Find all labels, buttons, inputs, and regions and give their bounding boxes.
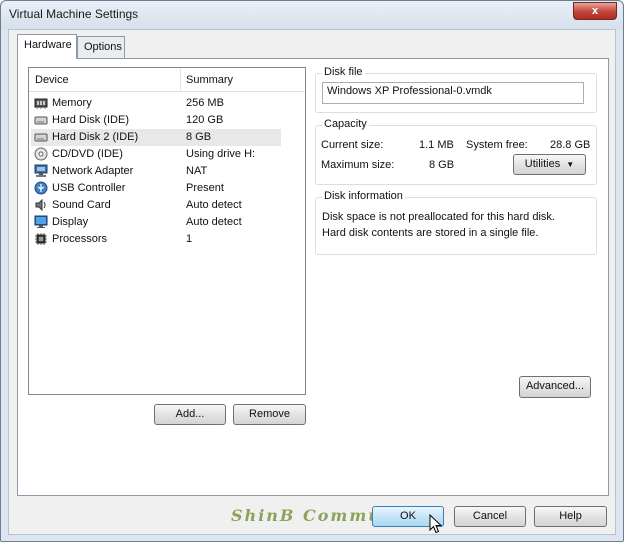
device-summary: 256 MB [186, 97, 224, 109]
device-name: Network Adapter [52, 165, 134, 177]
device-name: Hard Disk 2 (IDE) [52, 131, 139, 143]
capacity-group-label: Capacity [322, 118, 369, 130]
utilities-dropdown-button[interactable]: Utilities ▼ [513, 154, 586, 175]
disk-file-group: Disk file Windows XP Professional-0.vmdk [315, 66, 597, 113]
tab-hardware-label: Hardware [24, 39, 72, 51]
advanced-button[interactable]: Advanced... [519, 376, 591, 398]
column-header-device[interactable]: Device [35, 74, 69, 86]
current-size-label: Current size: [321, 139, 384, 151]
mouse-cursor-icon [429, 514, 443, 534]
virtual-machine-settings-window: Virtual Machine Settings x Hardware Opti… [0, 0, 624, 542]
display-icon [34, 215, 48, 228]
hardware-tab-panel: Device Summary Memory 256 MB Hard Disk (… [17, 58, 609, 496]
dialog-client-area: Hardware Options Device Summary Memory 2… [8, 29, 616, 535]
device-name: Memory [52, 97, 92, 109]
device-name: Hard Disk (IDE) [52, 114, 130, 126]
hard-disk-icon [34, 116, 48, 125]
utilities-label: Utilities [524, 158, 561, 170]
memory-icon [34, 98, 48, 109]
disk-information-group: Disk information Disk space is not preal… [315, 190, 597, 255]
tab-hardware[interactable]: Hardware [17, 34, 77, 59]
disk-file-value: Windows XP Professional-0.vmdk [327, 85, 492, 97]
device-row-usb-controller[interactable]: USB Controller Present [31, 180, 281, 197]
remove-button[interactable]: Remove [233, 404, 306, 425]
hard-disk-icon [34, 133, 48, 142]
device-summary: Using drive H: [186, 148, 256, 160]
current-size-value: 1.1 MB [419, 139, 454, 151]
close-button[interactable]: x [573, 2, 617, 20]
network-adapter-icon [34, 164, 48, 177]
device-row-network-adapter[interactable]: Network Adapter NAT [31, 163, 281, 180]
help-button[interactable]: Help [534, 506, 607, 527]
device-name: USB Controller [52, 182, 126, 194]
device-row-processors[interactable]: Processors 1 [31, 231, 281, 248]
window-title: Virtual Machine Settings [9, 7, 139, 21]
maximum-size-label: Maximum size: [321, 159, 395, 171]
title-bar[interactable]: Virtual Machine Settings x [1, 1, 623, 29]
processor-icon [35, 233, 47, 245]
capacity-group: Capacity Current size: 1.1 MB System fre… [315, 118, 597, 185]
disk-file-field[interactable]: Windows XP Professional-0.vmdk [322, 82, 584, 104]
device-summary: Auto detect [186, 216, 242, 228]
device-row-display[interactable]: Display Auto detect [31, 214, 281, 231]
device-row-hard-disk-2[interactable]: Hard Disk 2 (IDE) 8 GB [31, 129, 281, 146]
device-summary: Auto detect [186, 199, 242, 211]
disk-information-group-label: Disk information [322, 190, 405, 202]
device-summary: Present [186, 182, 224, 194]
cancel-button[interactable]: Cancel [454, 506, 526, 527]
device-summary: NAT [186, 165, 208, 177]
device-name: Sound Card [52, 199, 111, 211]
device-summary: 8 GB [186, 131, 212, 143]
device-list-header: Device Summary [29, 68, 305, 92]
device-row-cd-dvd[interactable]: CD/DVD (IDE) Using drive H: [31, 146, 281, 163]
device-summary: 1 [186, 233, 193, 245]
maximum-size-value: 8 GB [429, 159, 455, 171]
device-name: CD/DVD (IDE) [52, 148, 123, 160]
system-free-label: System free: [466, 139, 528, 151]
device-row-sound-card[interactable]: Sound Card Auto detect [31, 197, 281, 214]
sound-card-icon [35, 198, 46, 212]
disk-info-line-2: Hard disk contents are stored in a singl… [322, 227, 539, 239]
add-button[interactable]: Add... [154, 404, 226, 425]
device-list[interactable]: Device Summary Memory 256 MB Hard Disk (… [28, 67, 306, 395]
column-header-summary[interactable]: Summary [186, 74, 233, 86]
device-name: Processors [52, 233, 108, 245]
cd-dvd-icon [34, 147, 48, 161]
device-summary: 120 GB [186, 114, 224, 126]
tab-options-label: Options [84, 41, 122, 53]
device-row-memory[interactable]: Memory 256 MB [31, 95, 281, 112]
system-free-value: 28.8 GB [550, 139, 591, 151]
column-divider[interactable] [180, 68, 181, 92]
usb-controller-icon [34, 181, 48, 195]
dropdown-arrow-icon: ▼ [566, 160, 575, 169]
device-name: Display [52, 216, 89, 228]
disk-file-group-label: Disk file [322, 66, 365, 78]
tab-options[interactable]: Options [77, 36, 125, 58]
device-row-hard-disk[interactable]: Hard Disk (IDE) 120 GB [31, 112, 281, 129]
close-icon: x [591, 5, 599, 17]
disk-info-line-1: Disk space is not preallocated for this … [322, 211, 555, 223]
